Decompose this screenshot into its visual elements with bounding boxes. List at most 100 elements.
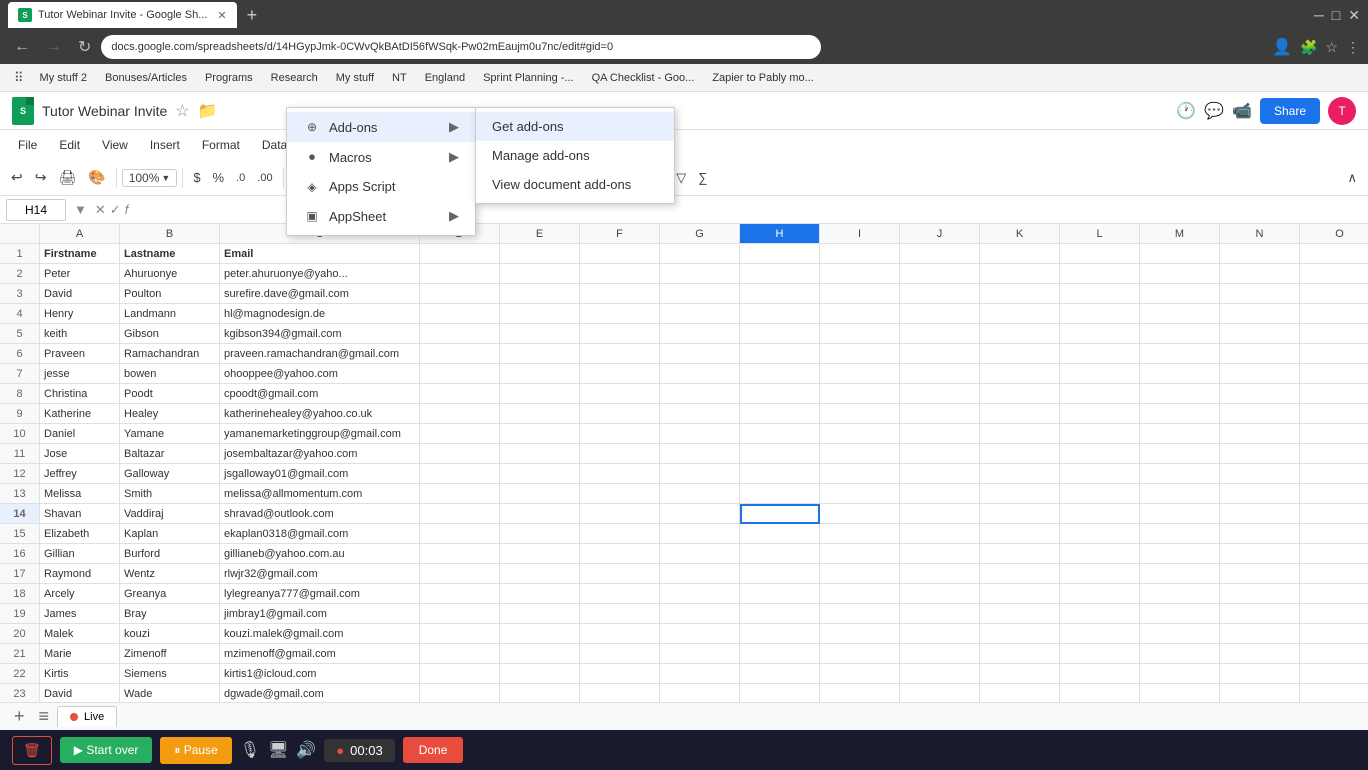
grid-cell[interactable] (1060, 304, 1140, 324)
grid-cell[interactable] (980, 284, 1060, 304)
maximize-icon[interactable]: □ (1332, 7, 1340, 23)
grid-cell[interactable] (980, 264, 1060, 284)
grid-cell[interactable]: James (40, 604, 120, 624)
grid-cell[interactable] (1060, 384, 1140, 404)
grid-cell[interactable] (820, 604, 900, 624)
grid-cell[interactable] (900, 524, 980, 544)
grid-cell[interactable] (660, 584, 740, 604)
grid-cell[interactable] (820, 564, 900, 584)
row-num[interactable]: 15 (0, 524, 39, 544)
grid-cell[interactable] (580, 604, 660, 624)
bookmark-programs[interactable]: Programs (197, 69, 261, 87)
folder-button[interactable]: 📁 (198, 101, 218, 121)
grid-cell[interactable] (500, 404, 580, 424)
grid-cell[interactable] (900, 484, 980, 504)
grid-cell[interactable] (900, 544, 980, 564)
collapse-toolbar-button[interactable]: ∧ (1342, 166, 1362, 190)
grid-cell[interactable] (740, 364, 820, 384)
grid-cell[interactable] (660, 684, 740, 702)
grid-cell[interactable] (980, 584, 1060, 604)
grid-cell[interactable] (1140, 684, 1220, 702)
grid-cell[interactable] (980, 364, 1060, 384)
grid-cell[interactable] (1060, 504, 1140, 524)
grid-cell[interactable] (980, 304, 1060, 324)
grid-cell[interactable] (660, 664, 740, 684)
col-header-h[interactable]: H (740, 224, 820, 243)
grid-cell[interactable] (1220, 664, 1300, 684)
grid-cell[interactable] (580, 484, 660, 504)
grid-cell[interactable]: Poodt (120, 384, 220, 404)
menu-view[interactable]: View (92, 134, 138, 156)
grid-cell[interactable] (580, 304, 660, 324)
tab-close-icon[interactable]: ✕ (217, 9, 226, 22)
microphone-icon[interactable]: 🎙 (240, 740, 260, 760)
col-header-f[interactable]: F (580, 224, 660, 243)
grid-cell[interactable]: Gillian (40, 544, 120, 564)
grid-cell[interactable] (500, 384, 580, 404)
col-header-g[interactable]: G (660, 224, 740, 243)
grid-cell[interactable] (420, 584, 500, 604)
grid-cell[interactable] (740, 564, 820, 584)
row-num[interactable]: 6 (0, 344, 39, 364)
grid-cell[interactable] (980, 424, 1060, 444)
grid-cell[interactable]: Greanya (120, 584, 220, 604)
settings-icon[interactable]: ⋮ (1346, 39, 1360, 56)
grid-cell[interactable] (1140, 324, 1220, 344)
grid-cell[interactable]: Arcely (40, 584, 120, 604)
bookmark-qa[interactable]: QA Checklist - Goo... (584, 69, 703, 87)
grid-cell[interactable] (900, 664, 980, 684)
grid-cell[interactable] (900, 304, 980, 324)
grid-cell[interactable] (580, 344, 660, 364)
grid-cell[interactable] (500, 664, 580, 684)
grid-cell[interactable] (660, 264, 740, 284)
grid-cell[interactable] (580, 644, 660, 664)
grid-cell[interactable] (580, 244, 660, 264)
col-header-n[interactable]: N (1220, 224, 1300, 243)
grid-cell[interactable] (660, 444, 740, 464)
grid-cell[interactable]: Elizabeth (40, 524, 120, 544)
grid-cell[interactable] (1300, 324, 1368, 344)
grid-cell[interactable] (1140, 284, 1220, 304)
grid-cell[interactable] (660, 384, 740, 404)
grid-cell[interactable] (580, 584, 660, 604)
grid-cell[interactable] (820, 504, 900, 524)
grid-cell[interactable] (660, 344, 740, 364)
grid-cell[interactable]: keith (40, 324, 120, 344)
grid-cell[interactable] (660, 544, 740, 564)
grid-cell[interactable]: David (40, 284, 120, 304)
bookmark-bonuses[interactable]: Bonuses/Articles (97, 69, 195, 87)
grid-cell[interactable] (740, 444, 820, 464)
grid-cell[interactable] (1140, 384, 1220, 404)
sheet-tab-live[interactable]: Live (57, 706, 117, 727)
grid-cell[interactable] (660, 364, 740, 384)
grid-cell[interactable] (820, 364, 900, 384)
grid-cell[interactable] (1220, 584, 1300, 604)
grid-cell[interactable] (580, 564, 660, 584)
grid-cell[interactable]: ekaplan0318@gmail.com (220, 524, 420, 544)
function-button[interactable]: ∑ (693, 166, 712, 189)
grid-cell[interactable]: Email (220, 244, 420, 264)
grid-cell[interactable] (1140, 564, 1220, 584)
grid-cell[interactable]: Raymond (40, 564, 120, 584)
col-header-i[interactable]: I (820, 224, 900, 243)
grid-cell[interactable]: Yamane (120, 424, 220, 444)
grid-cell[interactable] (980, 524, 1060, 544)
grid-cell[interactable]: jsgalloway01@gmail.com (220, 464, 420, 484)
grid-cell[interactable] (500, 584, 580, 604)
col-header-b[interactable]: B (120, 224, 220, 243)
grid-cell[interactable] (980, 664, 1060, 684)
grid-cell[interactable] (820, 544, 900, 564)
grid-cell[interactable] (1300, 484, 1368, 504)
grid-cell[interactable] (580, 544, 660, 564)
grid-cell[interactable] (420, 624, 500, 644)
grid-cell[interactable]: kgibson394@gmail.com (220, 324, 420, 344)
currency-button[interactable]: $ (188, 166, 205, 189)
grid-cell[interactable] (1300, 404, 1368, 424)
expand-formula-icon[interactable]: ▼ (70, 202, 91, 217)
grid-cell[interactable] (980, 404, 1060, 424)
grid-cell[interactable] (580, 284, 660, 304)
redo-button[interactable]: ↪ (30, 165, 52, 190)
grid-cell[interactable] (740, 404, 820, 424)
grid-cell[interactable] (820, 384, 900, 404)
bookmark-zapier[interactable]: Zapier to Pably mo... (704, 69, 822, 87)
